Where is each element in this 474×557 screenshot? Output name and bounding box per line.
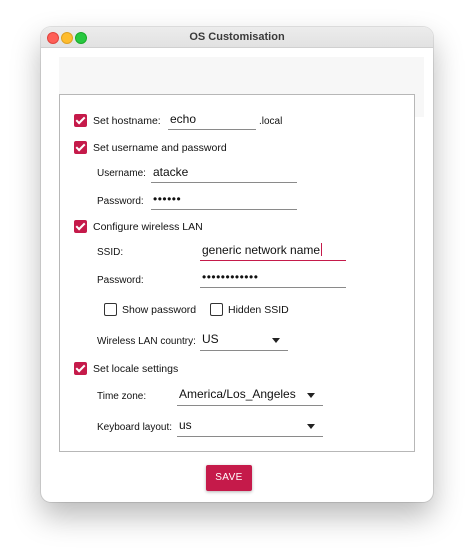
hidden-ssid-checkbox[interactable] (210, 303, 223, 316)
user-password-input[interactable]: •••••• (151, 190, 297, 210)
set-username-password-checkbox[interactable] (74, 141, 87, 154)
keyboard-layout-value: us (179, 418, 192, 432)
timezone-label: Time zone: (97, 391, 147, 402)
hidden-ssid-label: Hidden SSID (228, 304, 289, 316)
set-username-password-label: Set username and password (93, 142, 227, 154)
chevron-down-icon (307, 393, 315, 398)
set-hostname-checkbox[interactable] (74, 114, 87, 127)
wlan-country-value: US (202, 332, 219, 346)
username-input[interactable]: atacke (151, 163, 297, 183)
general-settings-panel: Set hostname: echo .local Set username a… (59, 94, 415, 452)
wlan-country-label: Wireless LAN country: (97, 336, 196, 347)
user-password-label: Password: (97, 196, 144, 207)
ssid-input[interactable]: generic network name (200, 241, 346, 261)
timezone-select[interactable]: America/Los_Angeles (177, 384, 323, 406)
wlan-password-input[interactable]: •••••••••••• (200, 268, 346, 288)
configure-wlan-checkbox[interactable] (74, 220, 87, 233)
hostname-suffix: .local (259, 116, 283, 127)
timezone-value: America/Los_Angeles (179, 387, 296, 401)
ssid-label: SSID: (97, 247, 124, 258)
window-title: OS Customisation (189, 31, 285, 43)
wlan-password-label: Password: (97, 275, 144, 286)
show-password-checkbox[interactable] (104, 303, 117, 316)
set-hostname-label: Set hostname: (93, 115, 161, 127)
os-customisation-window: OS Customisation GENERAL SERVICES OPTION… (41, 27, 433, 502)
wlan-country-select[interactable]: US (200, 329, 288, 351)
ssid-input-value: generic network name (202, 243, 321, 257)
chevron-down-icon (307, 424, 315, 429)
hostname-input[interactable]: echo (168, 110, 256, 130)
username-label: Username: (97, 168, 146, 179)
chevron-down-icon (272, 338, 280, 343)
show-password-label: Show password (122, 304, 197, 316)
keyboard-layout-label: Keyboard layout: (97, 422, 173, 433)
save-button[interactable]: SAVE (206, 465, 252, 491)
set-locale-label: Set locale settings (93, 363, 179, 375)
configure-wlan-label: Configure wireless LAN (93, 221, 203, 233)
set-locale-checkbox[interactable] (74, 362, 87, 375)
keyboard-layout-select[interactable]: us (177, 415, 323, 437)
text-caret (321, 243, 323, 256)
title-bar: OS Customisation (41, 27, 433, 48)
